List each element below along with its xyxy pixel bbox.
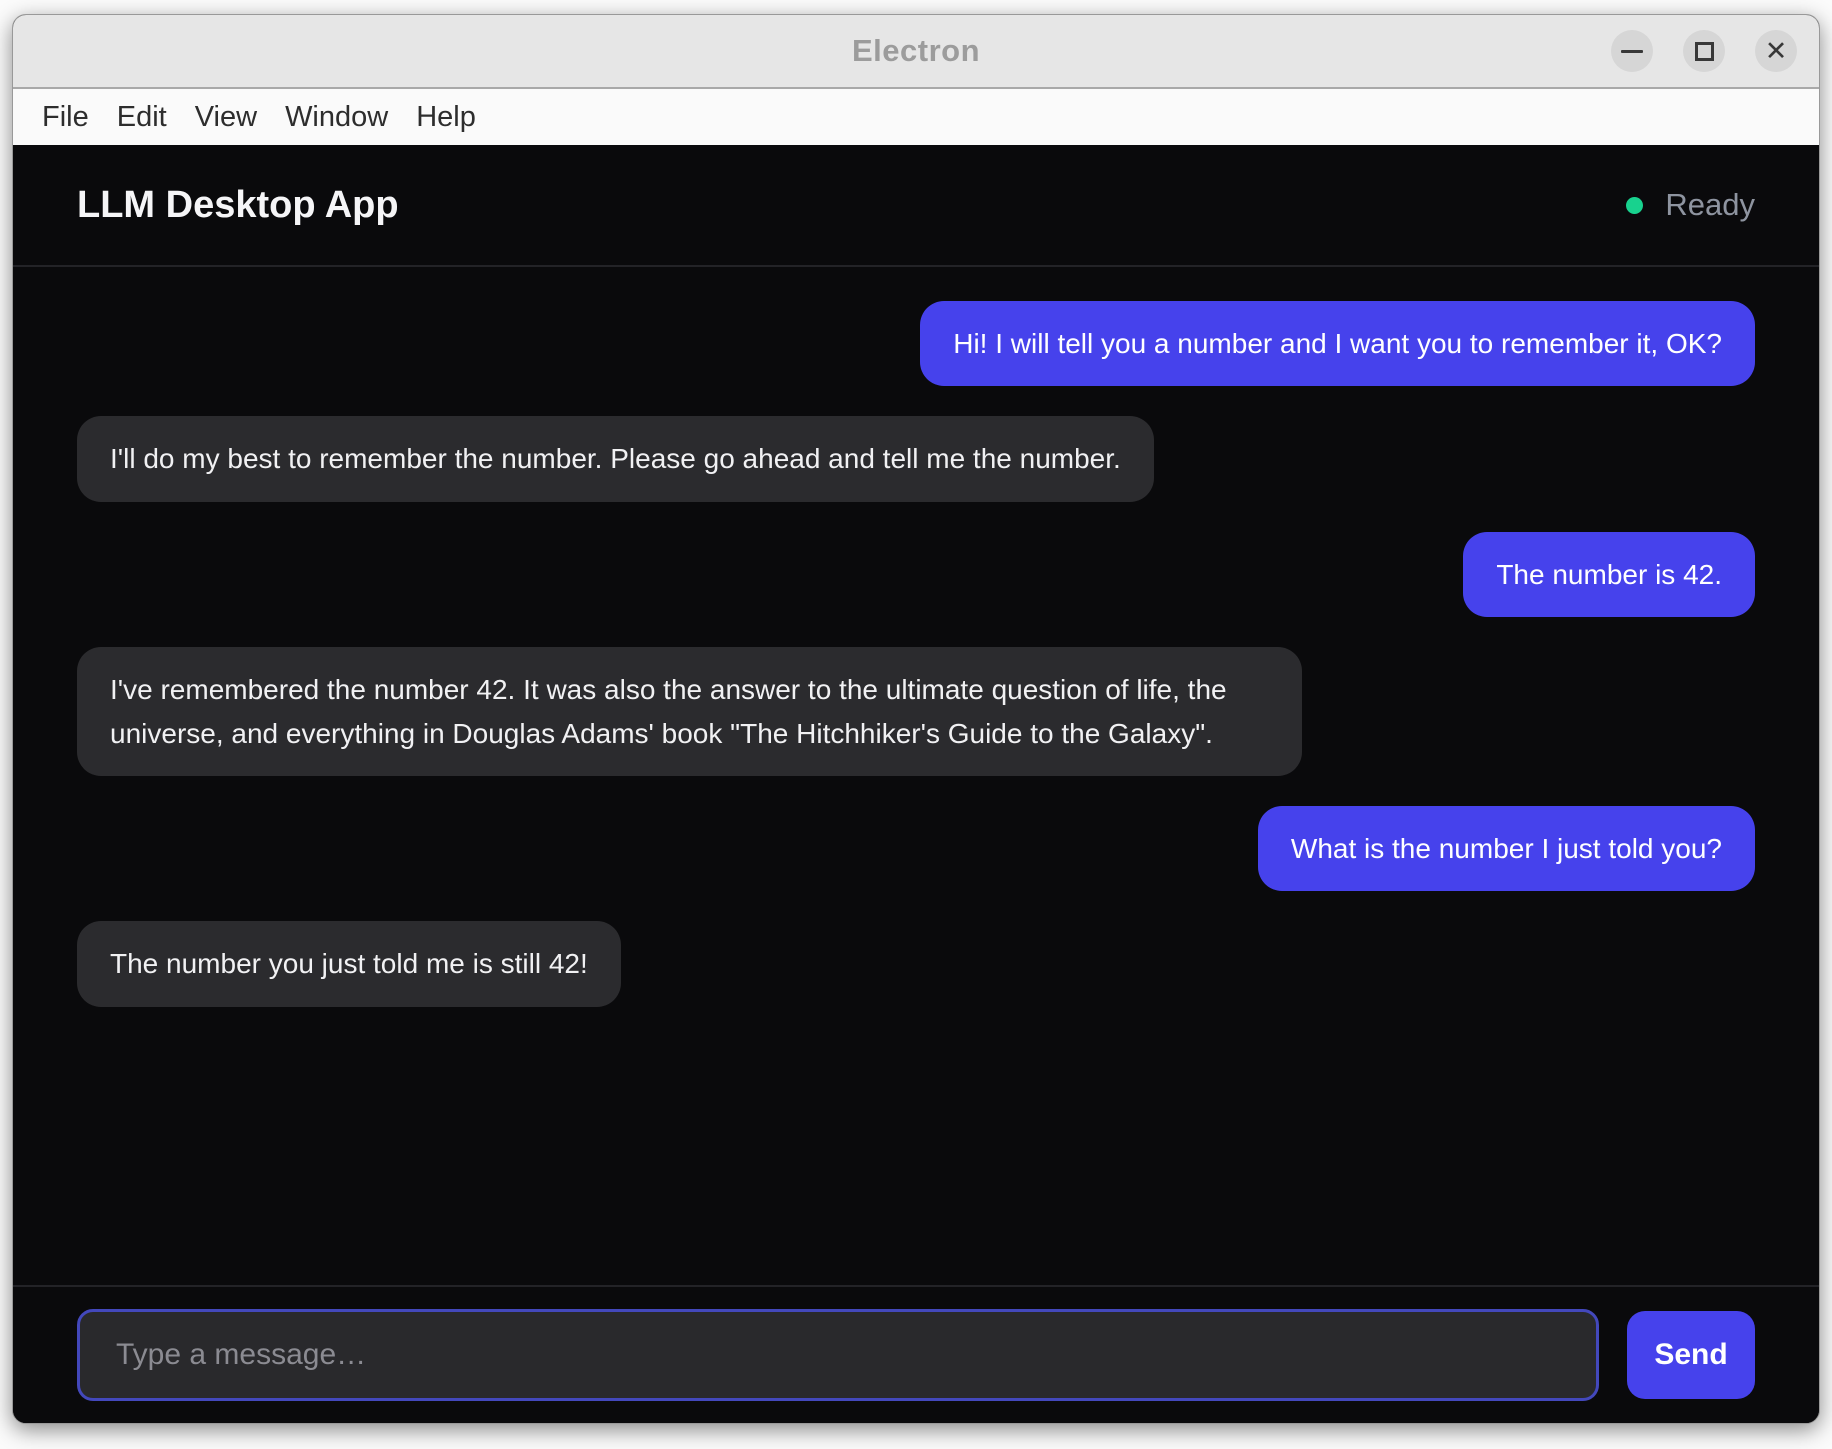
status-dot-icon bbox=[1626, 197, 1643, 214]
menu-bar: File Edit View Window Help bbox=[13, 89, 1819, 145]
assistant-message: The number you just told me is still 42! bbox=[77, 921, 621, 1006]
assistant-message: I'll do my best to remember the number. … bbox=[77, 416, 1154, 501]
close-button[interactable]: ✕ bbox=[1755, 30, 1797, 72]
composer-bar: Send bbox=[13, 1285, 1819, 1423]
user-message: What is the number I just told you? bbox=[1258, 806, 1755, 891]
menu-item-help[interactable]: Help bbox=[402, 97, 490, 138]
status-label: Ready bbox=[1665, 187, 1755, 223]
message-input[interactable] bbox=[77, 1309, 1599, 1401]
minimize-button[interactable] bbox=[1611, 30, 1653, 72]
user-message: Hi! I will tell you a number and I want … bbox=[920, 301, 1755, 386]
menu-item-view[interactable]: View bbox=[181, 97, 271, 138]
window-controls: ✕ bbox=[1611, 30, 1797, 72]
user-message: The number is 42. bbox=[1463, 532, 1755, 617]
chat-message-list[interactable]: Hi! I will tell you a number and I want … bbox=[13, 267, 1819, 1285]
menu-item-file[interactable]: File bbox=[28, 97, 103, 138]
assistant-message: I've remembered the number 42. It was al… bbox=[77, 647, 1302, 776]
page-title: LLM Desktop App bbox=[77, 184, 399, 227]
close-icon: ✕ bbox=[1765, 38, 1788, 65]
window-title: Electron bbox=[852, 33, 980, 69]
menu-item-edit[interactable]: Edit bbox=[103, 97, 181, 138]
maximize-button[interactable] bbox=[1683, 30, 1725, 72]
minimize-icon bbox=[1621, 50, 1643, 53]
menu-item-window[interactable]: Window bbox=[271, 97, 402, 138]
titlebar[interactable]: Electron ✕ bbox=[13, 15, 1819, 89]
send-button[interactable]: Send bbox=[1627, 1311, 1755, 1399]
maximize-icon bbox=[1695, 42, 1714, 61]
app-window: Electron ✕ File Edit View Window Help bbox=[12, 14, 1820, 1424]
app-content: LLM Desktop App Ready Hi! I will tell yo… bbox=[13, 145, 1819, 1423]
app-header: LLM Desktop App Ready bbox=[13, 145, 1819, 267]
status-indicator: Ready bbox=[1626, 187, 1755, 223]
desktop-background: Electron ✕ File Edit View Window Help bbox=[0, 0, 1832, 1449]
